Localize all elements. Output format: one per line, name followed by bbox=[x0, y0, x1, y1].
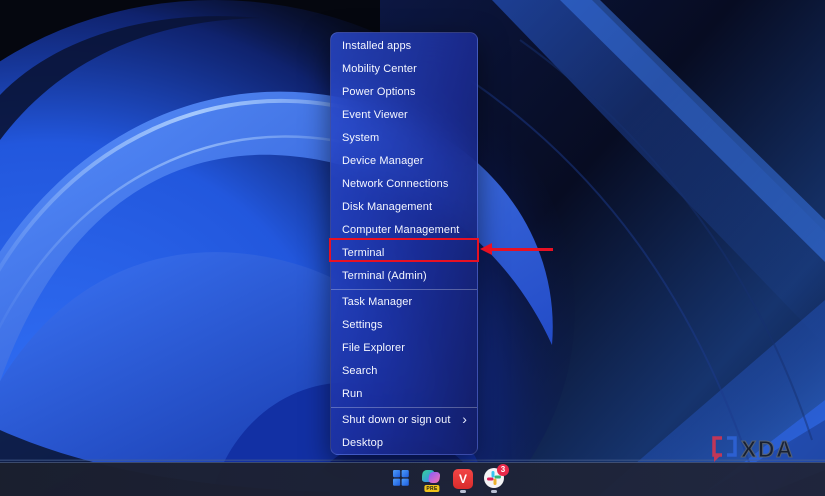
menu-item-label: Installed apps bbox=[342, 40, 412, 52]
menu-item-system[interactable]: System bbox=[331, 127, 477, 150]
menu-item-search[interactable]: Search bbox=[331, 360, 477, 383]
menu-item-label: Desktop bbox=[342, 437, 384, 449]
menu-item-label: Run bbox=[342, 388, 363, 400]
menu-item-label: Terminal (Admin) bbox=[342, 270, 427, 282]
menu-item-label: Task Manager bbox=[342, 296, 413, 308]
menu-item-mobility-center[interactable]: Mobility Center bbox=[331, 58, 477, 81]
start-button[interactable] bbox=[389, 465, 413, 493]
running-indicator bbox=[460, 490, 466, 493]
xda-brackets-icon bbox=[712, 436, 737, 462]
menu-item-label: Computer Management bbox=[342, 224, 460, 236]
taskbar: PRE V 3 bbox=[0, 462, 825, 496]
menu-item-label: File Explorer bbox=[342, 342, 406, 354]
annotation-arrow-head bbox=[480, 243, 492, 255]
vivaldi-button[interactable]: V bbox=[451, 465, 475, 493]
menu-item-label: Search bbox=[342, 365, 378, 377]
watermark-text: XDA bbox=[741, 436, 794, 462]
vivaldi-icon: V bbox=[453, 469, 473, 489]
menu-item-label: Shut down or sign out bbox=[342, 414, 451, 426]
slack-button[interactable]: 3 bbox=[482, 464, 509, 493]
menu-item-settings[interactable]: Settings bbox=[331, 314, 477, 337]
running-indicator bbox=[491, 490, 497, 493]
menu-item-disk-management[interactable]: Disk Management bbox=[331, 196, 477, 219]
menu-item-label: Settings bbox=[342, 319, 383, 331]
copilot-preview-badge: PRE bbox=[424, 485, 440, 492]
winx-menu: Installed apps Mobility Center Power Optio… bbox=[330, 32, 478, 455]
submenu-chevron-icon: › bbox=[462, 411, 467, 427]
menu-item-terminal[interactable]: Terminal bbox=[331, 242, 477, 265]
menu-separator bbox=[331, 289, 477, 290]
windows-logo-icon bbox=[393, 469, 409, 489]
menu-item-installed-apps[interactable]: Installed apps bbox=[331, 35, 477, 58]
taskbar-icon-group: PRE V 3 bbox=[389, 464, 509, 493]
menu-item-task-manager[interactable]: Task Manager bbox=[331, 291, 477, 314]
menu-item-shut-down-or-sign-out[interactable]: Shut down or sign out › bbox=[331, 409, 477, 432]
menu-item-label: Device Manager bbox=[342, 155, 424, 167]
menu-item-event-viewer[interactable]: Event Viewer bbox=[331, 104, 477, 127]
menu-item-label: Power Options bbox=[342, 86, 416, 98]
menu-item-label: System bbox=[342, 132, 380, 144]
menu-item-device-manager[interactable]: Device Manager bbox=[331, 150, 477, 173]
menu-separator bbox=[331, 407, 477, 408]
menu-item-terminal-admin[interactable]: Terminal (Admin) bbox=[331, 265, 477, 288]
menu-item-file-explorer[interactable]: File Explorer bbox=[331, 337, 477, 360]
menu-item-label: Event Viewer bbox=[342, 109, 408, 121]
menu-item-label: Mobility Center bbox=[342, 63, 417, 75]
menu-item-label: Network Connections bbox=[342, 178, 449, 190]
menu-item-label: Terminal bbox=[342, 247, 385, 259]
menu-item-computer-management[interactable]: Computer Management bbox=[331, 219, 477, 242]
xda-watermark: XDA bbox=[708, 434, 804, 469]
menu-item-desktop[interactable]: Desktop bbox=[331, 432, 477, 455]
menu-item-run[interactable]: Run bbox=[331, 383, 477, 406]
menu-item-power-options[interactable]: Power Options bbox=[331, 81, 477, 104]
menu-item-network-connections[interactable]: Network Connections bbox=[331, 173, 477, 196]
notification-badge: 3 bbox=[497, 464, 509, 476]
annotation-arrow bbox=[491, 248, 553, 251]
copilot-button[interactable]: PRE bbox=[420, 465, 444, 493]
menu-item-label: Disk Management bbox=[342, 201, 433, 213]
